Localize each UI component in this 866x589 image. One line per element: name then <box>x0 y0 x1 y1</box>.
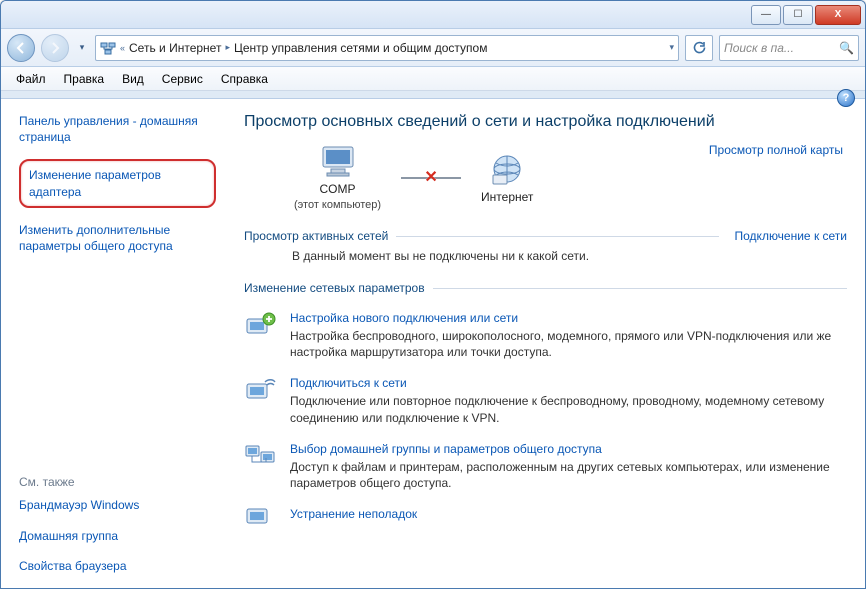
titlebar: — ☐ X <box>1 1 865 29</box>
sidebar-see-also-label: См. также <box>19 475 216 489</box>
map-node-computer-label: COMP <box>320 182 356 196</box>
search-icon: 🔍 <box>839 41 854 55</box>
connect-to-network-link[interactable]: Подключение к сети <box>735 229 847 243</box>
menu-view[interactable]: Вид <box>113 69 153 89</box>
maximize-button[interactable]: ☐ <box>783 5 813 25</box>
sidebar-homegroup-link[interactable]: Домашняя группа <box>19 528 216 544</box>
network-map: COMP (этот компьютер) ✕ Интернет <box>294 145 847 211</box>
task-homegroup: Выбор домашней группы и параметров общег… <box>244 442 847 491</box>
map-node-computer-sub: (этот компьютер) <box>294 199 381 211</box>
task-new-connection-desc: Настройка беспроводного, широкополосного… <box>290 328 847 360</box>
task-homegroup-link[interactable]: Выбор домашней группы и параметров общег… <box>290 442 847 456</box>
search-input[interactable]: Поиск в па... 🔍 <box>719 35 859 61</box>
cross-icon: ✕ <box>424 167 437 187</box>
menu-help[interactable]: Справка <box>212 69 277 89</box>
sidebar-firewall-link[interactable]: Брандмауэр Windows <box>19 497 216 513</box>
new-connection-icon <box>244 311 278 345</box>
page-heading: Просмотр основных сведений о сети и наст… <box>244 113 847 131</box>
task-connect-link[interactable]: Подключиться к сети <box>290 376 847 390</box>
nav-history-dropdown[interactable]: ▾ <box>75 34 89 62</box>
menu-file[interactable]: Файл <box>7 69 55 89</box>
sidebar-adapter-highlight: Изменение параметров адаптера <box>19 159 216 207</box>
menu-tools[interactable]: Сервис <box>153 69 212 89</box>
back-button[interactable] <box>7 34 35 62</box>
forward-button[interactable] <box>41 34 69 62</box>
address-dropdown-icon[interactable]: ▾ <box>669 42 674 53</box>
sidebar: Панель управления - домашняя страница Из… <box>1 99 226 588</box>
task-connect-desc: Подключение или повторное подключение к … <box>290 393 847 425</box>
breadcrumb-level2[interactable]: Центр управления сетями и общим доступом <box>234 41 488 55</box>
section-change-title: Изменение сетевых параметров <box>244 281 425 295</box>
section-active-title: Просмотр активных сетей <box>244 229 388 243</box>
map-node-internet: Интернет <box>481 153 533 204</box>
sidebar-home-link[interactable]: Панель управления - домашняя страница <box>19 113 216 145</box>
content-split: Панель управления - домашняя страница Из… <box>1 99 865 588</box>
task-homegroup-desc: Доступ к файлам и принтерам, расположенн… <box>290 459 847 491</box>
computer-icon <box>317 145 359 179</box>
search-placeholder: Поиск в па... <box>724 41 794 55</box>
section-active-networks: Просмотр активных сетей Подключение к се… <box>244 229 847 263</box>
chevron-left-icon: « <box>120 43 125 53</box>
sidebar-sharing-link[interactable]: Изменить дополнительные параметры общего… <box>19 222 216 254</box>
toolstrip: ? <box>1 91 865 99</box>
main-content: Просмотр основных сведений о сети и наст… <box>226 99 865 588</box>
chevron-right-icon: ▸ <box>225 42 230 53</box>
close-button[interactable]: X <box>815 5 861 25</box>
breadcrumb-level1[interactable]: Сеть и Интернет <box>129 41 221 55</box>
map-node-computer: COMP (этот компьютер) <box>294 145 381 211</box>
connect-icon <box>244 376 278 410</box>
menu-edit[interactable]: Правка <box>55 69 114 89</box>
globe-icon <box>489 153 525 187</box>
sidebar-adapter-link[interactable]: Изменение параметров адаптера <box>29 167 206 199</box>
refresh-button[interactable] <box>685 35 713 61</box>
menubar: Файл Правка Вид Сервис Справка <box>1 67 865 91</box>
network-center-icon <box>100 40 116 56</box>
task-troubleshoot: Устранение неполадок <box>244 507 847 541</box>
task-new-connection-link[interactable]: Настройка нового подключения или сети <box>290 311 847 325</box>
map-connection-broken: ✕ <box>401 177 461 179</box>
window-frame: — ☐ X ▾ « Сеть и Интернет ▸ Центр управл… <box>0 0 866 589</box>
task-new-connection: Настройка нового подключения или сети На… <box>244 311 847 360</box>
active-networks-message: В данный момент вы не подключены ни к ка… <box>244 243 847 263</box>
troubleshoot-icon <box>244 507 278 541</box>
sidebar-browser-link[interactable]: Свойства браузера <box>19 558 216 574</box>
map-node-internet-label: Интернет <box>481 190 533 204</box>
minimize-button[interactable]: — <box>751 5 781 25</box>
address-bar[interactable]: « Сеть и Интернет ▸ Центр управления сет… <box>95 35 679 61</box>
section-change-params: Изменение сетевых параметров Настройка н… <box>244 281 847 541</box>
navigation-bar: ▾ « Сеть и Интернет ▸ Центр управления с… <box>1 29 865 67</box>
task-connect: Подключиться к сети Подключение или повт… <box>244 376 847 425</box>
task-troubleshoot-link[interactable]: Устранение неполадок <box>290 507 417 521</box>
homegroup-icon <box>244 442 278 476</box>
